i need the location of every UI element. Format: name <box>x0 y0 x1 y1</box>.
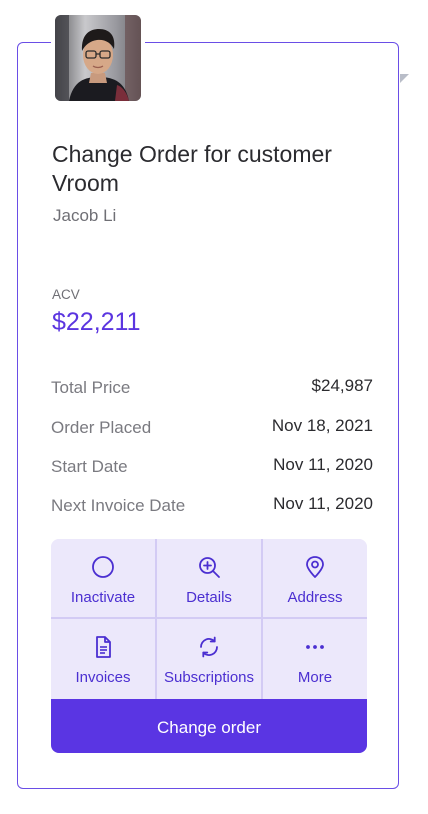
detail-row-next-invoice-date: Next Invoice Date Nov 11, 2020 <box>51 494 373 520</box>
invoices-button[interactable]: Invoices <box>51 619 155 697</box>
corner-marker <box>400 74 409 83</box>
circle-icon <box>92 556 114 578</box>
detail-label: Start Date <box>51 457 128 476</box>
detail-label: Next Invoice Date <box>51 496 186 515</box>
detail-value: Nov 11, 2020 <box>273 455 373 474</box>
more-button[interactable]: More <box>263 619 367 697</box>
zoom-in-icon <box>199 557 220 578</box>
subscriptions-button[interactable]: Subscriptions <box>157 619 261 697</box>
refresh-icon <box>200 636 218 658</box>
change-order-button[interactable]: Change order <box>51 699 367 753</box>
acv-value: $22,211 <box>52 308 141 336</box>
detail-value: Nov 18, 2021 <box>271 416 373 435</box>
action-label: Inactivate <box>70 589 136 606</box>
details-button[interactable]: Details <box>157 539 261 617</box>
customer-name: Jacob Li <box>53 206 117 225</box>
more-dots-icon <box>306 645 324 649</box>
action-label: Address <box>287 589 343 606</box>
detail-value: $24,987 <box>311 376 373 395</box>
grid-divider <box>51 617 367 619</box>
inactivate-button[interactable]: Inactivate <box>51 539 155 617</box>
address-button[interactable]: Address <box>263 539 367 617</box>
action-label: Subscriptions <box>163 669 255 686</box>
action-label: Invoices <box>75 669 131 686</box>
detail-row-order-placed: Order Placed Nov 18, 2021 <box>51 416 373 442</box>
avatar <box>55 15 141 101</box>
detail-row-total-price: Total Price $24,987 <box>51 376 373 402</box>
page-title: Change Order for customer Vroom <box>52 141 332 196</box>
action-label: More <box>297 669 333 686</box>
map-pin-icon <box>306 556 324 578</box>
detail-label: Order Placed <box>51 418 152 437</box>
avatar-photo <box>55 15 141 101</box>
detail-value: Nov 11, 2020 <box>273 494 373 513</box>
detail-label: Total Price <box>51 378 131 397</box>
grid-divider <box>261 539 263 699</box>
grid-divider <box>155 539 157 699</box>
detail-row-start-date: Start Date Nov 11, 2020 <box>51 455 373 481</box>
acv-label: ACV <box>52 287 80 302</box>
document-icon <box>96 636 111 658</box>
action-label: Details <box>186 589 232 606</box>
action-grid: Inactivate Details Address Invoices Subs… <box>51 539 367 753</box>
